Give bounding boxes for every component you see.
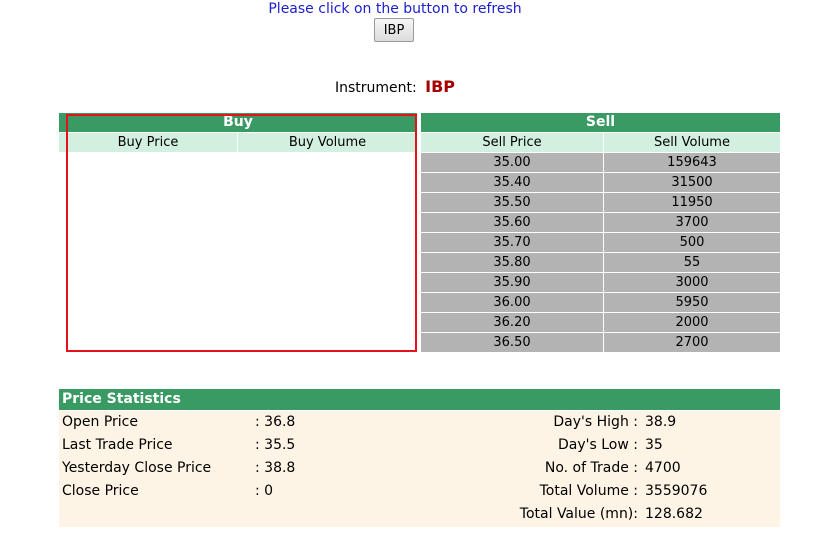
sell-header: Sell [421,113,780,132]
price-statistics-panel: Open Price : 36.8 Last Trade Price : 35.… [59,411,780,527]
table-row: 35.50 11950 [421,193,780,212]
buy-price-column-header: Buy Price [59,133,237,152]
total-volume-label: Total Volume : [539,483,638,499]
sell-price-cell: 36.00 [421,293,603,312]
refresh-button[interactable]: IBP [374,18,414,42]
sell-volume-cell: 3000 [604,273,780,292]
sell-price-cell: 36.20 [421,313,603,332]
sell-price-cell: 35.50 [421,193,603,212]
instrument-symbol: IBP [425,77,456,96]
total-value-value: 128.682 [645,506,703,522]
table-row: 35.80 55 [421,253,780,272]
sell-price-cell: 35.80 [421,253,603,272]
days-high-value: 38.9 [645,414,677,430]
instrument-line: Instrument: IBP [0,77,790,96]
table-row: 35.40 31500 [421,173,780,192]
total-volume-value: 3559076 [645,483,708,499]
sell-price-cell: 35.00 [421,153,603,172]
yesterday-close-price-value: : 38.8 [255,460,296,476]
sell-price-cell: 35.60 [421,213,603,232]
sell-volume-cell: 5950 [604,293,780,312]
no-of-trade-label: No. of Trade : [544,460,638,476]
total-value-label: Total Value (mn): [519,506,638,522]
sell-volume-cell: 2700 [604,333,780,352]
sell-volume-cell: 159643 [604,153,780,172]
table-row: 35.60 3700 [421,213,780,232]
table-row: 35.00 159643 [421,153,780,172]
days-low-label: Day's Low : [558,437,638,453]
open-price-value: : 36.8 [255,414,296,430]
sell-volume-cell: 500 [604,233,780,252]
close-price-label: Close Price [62,483,139,499]
sell-volume-cell: 3700 [604,213,780,232]
buy-header: Buy [59,113,417,132]
sell-price-cell: 35.90 [421,273,603,292]
table-row: 36.20 2000 [421,313,780,332]
sell-volume-cell: 11950 [604,193,780,212]
sell-volume-cell: 55 [604,253,780,272]
last-trade-price-value: : 35.5 [255,437,296,453]
sell-volume-column-header: Sell Volume [604,133,780,152]
days-low-value: 35 [645,437,663,453]
refresh-message: Please click on the button to refresh [268,1,522,17]
sell-price-cell: 35.70 [421,233,603,252]
yesterday-close-price-label: Yesterday Close Price [62,460,212,476]
sell-table-body: 35.00 159643 35.40 31500 35.50 11950 35.… [421,153,780,353]
sell-price-cell: 35.40 [421,173,603,192]
sell-volume-cell: 2000 [604,313,780,332]
table-row: 36.50 2700 [421,333,780,352]
sell-price-column-header: Sell Price [421,133,603,152]
open-price-label: Open Price [62,414,138,430]
table-row: 35.90 3000 [421,273,780,292]
sell-volume-cell: 31500 [604,173,780,192]
table-row: 35.70 500 [421,233,780,252]
instrument-label: Instrument: [334,80,417,96]
table-row: 36.00 5950 [421,293,780,312]
sell-price-cell: 36.50 [421,333,603,352]
price-statistics-header: Price Statistics [59,389,780,410]
days-high-label: Day's High : [553,414,638,430]
buy-volume-column-header: Buy Volume [238,133,417,152]
no-of-trade-value: 4700 [645,460,681,476]
last-trade-price-label: Last Trade Price [62,437,173,453]
close-price-value: : 0 [255,483,274,499]
